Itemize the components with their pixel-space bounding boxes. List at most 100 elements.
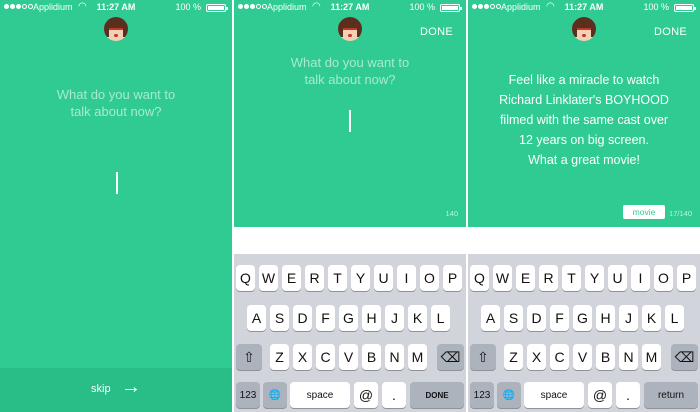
compose-prompt: What do you want to talk about now? bbox=[0, 86, 232, 120]
key-p[interactable]: P bbox=[677, 265, 696, 291]
avatar[interactable] bbox=[104, 17, 128, 41]
prompt-line-2: talk about now? bbox=[304, 72, 396, 87]
key-j[interactable]: J bbox=[385, 305, 404, 331]
key-w[interactable]: W bbox=[493, 265, 512, 291]
tag-chip-movie[interactable]: movie bbox=[623, 205, 665, 219]
key-r[interactable]: R bbox=[539, 265, 558, 291]
key-u[interactable]: U bbox=[608, 265, 627, 291]
key-o[interactable]: O bbox=[654, 265, 673, 291]
key-f[interactable]: F bbox=[550, 305, 569, 331]
key-q[interactable]: Q bbox=[470, 265, 489, 291]
keyboard-done-key[interactable]: DONE bbox=[410, 382, 464, 408]
keyboard: Q W E R T Y U I O P A S D F G H J K L ⇧ … bbox=[234, 254, 466, 412]
key-d[interactable]: D bbox=[527, 305, 546, 331]
key-n[interactable]: N bbox=[385, 344, 404, 370]
key-x[interactable]: X bbox=[527, 344, 546, 370]
skip-bar[interactable]: skip → bbox=[0, 368, 232, 412]
numbers-key[interactable]: 123 bbox=[470, 382, 494, 408]
key-y[interactable]: Y bbox=[585, 265, 604, 291]
dot-key[interactable]: . bbox=[382, 382, 406, 408]
battery-percent: 100 % bbox=[643, 2, 669, 12]
key-g[interactable]: G bbox=[573, 305, 592, 331]
at-key[interactable]: @ bbox=[354, 382, 378, 408]
keyboard: Q W E R T Y U I O P A S D F G H J K L ⇧ … bbox=[468, 254, 700, 412]
key-d[interactable]: D bbox=[293, 305, 312, 331]
key-b[interactable]: B bbox=[362, 344, 381, 370]
key-f[interactable]: F bbox=[316, 305, 335, 331]
dot-key[interactable]: . bbox=[616, 382, 640, 408]
skip-button[interactable]: skip bbox=[91, 383, 111, 395]
space-key[interactable]: space bbox=[290, 382, 350, 408]
key-w[interactable]: W bbox=[259, 265, 278, 291]
key-i[interactable]: I bbox=[631, 265, 650, 291]
avatar[interactable] bbox=[572, 17, 596, 41]
key-s[interactable]: S bbox=[270, 305, 289, 331]
key-u[interactable]: U bbox=[374, 265, 393, 291]
numbers-key[interactable]: 123 bbox=[236, 382, 260, 408]
key-t[interactable]: T bbox=[328, 265, 347, 291]
return-key[interactable]: return bbox=[644, 382, 698, 408]
battery-icon bbox=[440, 4, 462, 12]
prompt-line-1: What do you want to bbox=[56, 87, 176, 102]
key-g[interactable]: G bbox=[339, 305, 358, 331]
battery-icon bbox=[674, 4, 696, 12]
key-z[interactable]: Z bbox=[504, 344, 523, 370]
key-j[interactable]: J bbox=[619, 305, 638, 331]
shift-key[interactable]: ⇧ bbox=[236, 344, 262, 370]
key-h[interactable]: H bbox=[362, 305, 381, 331]
key-q[interactable]: Q bbox=[236, 265, 255, 291]
status-bar: Applidium ◠ 11:27 AM 100 % bbox=[0, 0, 232, 16]
key-n[interactable]: N bbox=[619, 344, 638, 370]
battery-percent: 100 % bbox=[175, 2, 201, 12]
done-button[interactable]: DONE bbox=[654, 26, 687, 38]
key-a[interactable]: A bbox=[481, 305, 500, 331]
delete-key[interactable]: ⌫ bbox=[671, 344, 698, 370]
key-z[interactable]: Z bbox=[270, 344, 289, 370]
done-button[interactable]: DONE bbox=[420, 26, 453, 38]
globe-icon[interactable]: 🌐 bbox=[497, 382, 521, 408]
compose-prompt: What do you want to talk about now? bbox=[234, 54, 466, 88]
prompt-line-2: talk about now? bbox=[70, 104, 162, 119]
char-counter: 17/140 bbox=[669, 209, 692, 218]
key-o[interactable]: O bbox=[420, 265, 439, 291]
battery-percent: 100 % bbox=[409, 2, 435, 12]
key-m[interactable]: M bbox=[642, 344, 661, 370]
arrow-right-icon[interactable]: → bbox=[121, 376, 141, 398]
key-m[interactable]: M bbox=[408, 344, 427, 370]
key-l[interactable]: L bbox=[431, 305, 450, 331]
key-a[interactable]: A bbox=[247, 305, 266, 331]
key-v[interactable]: V bbox=[573, 344, 592, 370]
key-t[interactable]: T bbox=[562, 265, 581, 291]
key-x[interactable]: X bbox=[293, 344, 312, 370]
post-text[interactable]: Feel like a miracle to watch Richard Lin… bbox=[468, 70, 700, 170]
key-k[interactable]: K bbox=[642, 305, 661, 331]
key-p[interactable]: P bbox=[443, 265, 462, 291]
status-bar: Applidium ◠ 11:27 AM 100 % bbox=[234, 0, 466, 16]
space-key[interactable]: space bbox=[524, 382, 584, 408]
text-cursor[interactable] bbox=[116, 172, 118, 194]
key-s[interactable]: S bbox=[504, 305, 523, 331]
key-r[interactable]: R bbox=[305, 265, 324, 291]
key-k[interactable]: K bbox=[408, 305, 427, 331]
key-e[interactable]: E bbox=[516, 265, 535, 291]
char-counter: 140 bbox=[445, 209, 458, 218]
delete-key[interactable]: ⌫ bbox=[437, 344, 464, 370]
globe-icon[interactable]: 🌐 bbox=[263, 382, 287, 408]
key-v[interactable]: V bbox=[339, 344, 358, 370]
key-h[interactable]: H bbox=[596, 305, 615, 331]
shift-key[interactable]: ⇧ bbox=[470, 344, 496, 370]
screen-compose-keyboard: Applidium ◠ 11:27 AM 100 % DONE What do … bbox=[234, 0, 466, 412]
at-key[interactable]: @ bbox=[588, 382, 612, 408]
key-c[interactable]: C bbox=[550, 344, 569, 370]
key-i[interactable]: I bbox=[397, 265, 416, 291]
key-l[interactable]: L bbox=[665, 305, 684, 331]
prompt-line-1: What do you want to bbox=[290, 55, 410, 70]
battery-icon bbox=[206, 4, 228, 12]
key-y[interactable]: Y bbox=[351, 265, 370, 291]
avatar[interactable] bbox=[338, 17, 362, 41]
key-c[interactable]: C bbox=[316, 344, 335, 370]
screen-compose-empty: Applidium ◠ 11:27 AM 100 % What do you w… bbox=[0, 0, 232, 412]
key-e[interactable]: E bbox=[282, 265, 301, 291]
text-cursor[interactable] bbox=[349, 110, 351, 132]
key-b[interactable]: B bbox=[596, 344, 615, 370]
